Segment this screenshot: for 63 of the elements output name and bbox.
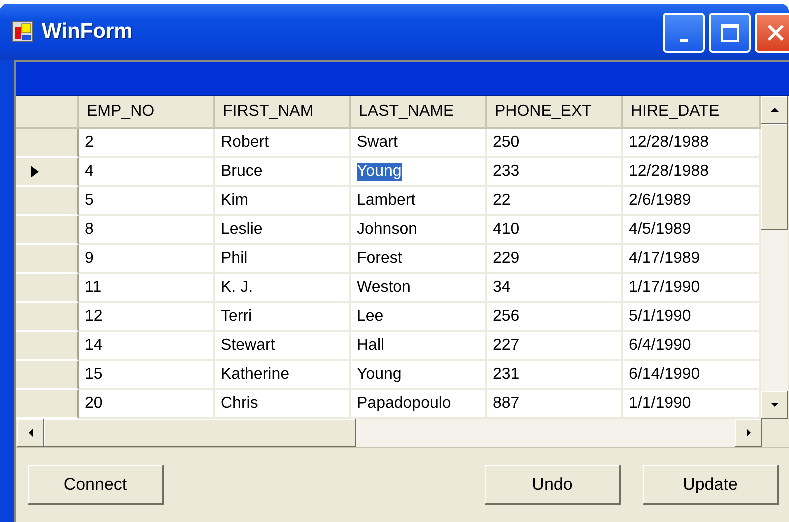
table-cell[interactable]: Stewart — [215, 332, 351, 361]
table-cell[interactable]: 2 — [79, 129, 215, 158]
table-cell[interactable]: Weston — [351, 274, 487, 303]
scroll-right-button[interactable] — [735, 419, 762, 447]
column-header[interactable]: LAST_NAME — [351, 96, 487, 129]
table-cell[interactable]: Young — [351, 361, 487, 390]
scroll-up-icon — [770, 105, 780, 115]
table-cell[interactable]: Leslie — [215, 216, 351, 245]
scroll-thumb[interactable] — [761, 124, 788, 230]
window-title: WinForm — [42, 20, 134, 44]
table-cell[interactable]: 14 — [79, 332, 215, 361]
table-cell[interactable]: Terri — [215, 303, 351, 332]
close-button[interactable] — [755, 13, 789, 53]
table-cell[interactable]: 4 — [79, 158, 215, 187]
column-header[interactable]: FIRST_NAM — [215, 96, 351, 129]
current-row-icon — [30, 164, 40, 178]
table-cell[interactable]: 233 — [487, 158, 623, 187]
maximize-icon — [720, 23, 740, 43]
table-cell[interactable]: Kim — [215, 187, 351, 216]
table-cell[interactable]: 11 — [79, 274, 215, 303]
table-cell[interactable]: 231 — [487, 361, 623, 390]
minimize-icon — [680, 38, 688, 42]
table-cell[interactable]: 12 — [79, 303, 215, 332]
scroll-thumb[interactable] — [44, 419, 356, 447]
table-cell[interactable]: Lambert — [351, 187, 487, 216]
connect-button[interactable]: Connect — [28, 465, 164, 505]
table-cell[interactable]: 229 — [487, 245, 623, 274]
table-cell[interactable]: 410 — [487, 216, 623, 245]
form-icon — [12, 21, 34, 43]
table-cell[interactable]: Johnson — [351, 216, 487, 245]
scroll-down-button[interactable] — [761, 391, 788, 419]
table-cell[interactable]: 22 — [487, 187, 623, 216]
table-cell[interactable]: Katherine — [215, 361, 351, 390]
scroll-up-button[interactable] — [761, 96, 788, 124]
table-cell[interactable]: 227 — [487, 332, 623, 361]
table-cell[interactable]: 34 — [487, 274, 623, 303]
table-cell[interactable]: 250 — [487, 129, 623, 158]
table-cell[interactable]: 5 — [79, 187, 215, 216]
table-cell[interactable]: Lee — [351, 303, 487, 332]
row-header[interactable] — [16, 158, 79, 187]
minimize-button[interactable] — [663, 13, 705, 53]
scroll-down-icon — [770, 400, 780, 410]
table-cell[interactable]: Phil — [215, 245, 351, 274]
close-icon — [766, 23, 786, 43]
undo-button[interactable]: Undo — [485, 465, 621, 505]
table-cell[interactable]: Forest — [351, 245, 487, 274]
scroll-left-button[interactable] — [17, 419, 44, 447]
table-cell[interactable]: Young — [351, 158, 487, 187]
table-cell[interactable]: 15 — [79, 361, 215, 390]
table-cell[interactable]: Bruce — [215, 158, 351, 187]
table-cell[interactable]: Robert — [215, 129, 351, 158]
maximize-button[interactable] — [709, 13, 751, 53]
column-header[interactable]: PHONE_EXT — [487, 96, 623, 129]
table-cell[interactable]: 8 — [79, 216, 215, 245]
table-cell[interactable]: K. J. — [215, 274, 351, 303]
table-cell[interactable]: 9 — [79, 245, 215, 274]
table-cell[interactable]: 256 — [487, 303, 623, 332]
table-cell[interactable]: Hall — [351, 332, 487, 361]
column-header[interactable]: EMP_NO — [79, 96, 215, 129]
table-cell[interactable]: Swart — [351, 129, 487, 158]
update-button[interactable]: Update — [643, 465, 779, 505]
vertical-scrollbar[interactable] — [761, 96, 788, 419]
column-header[interactable]: HIRE_DATE — [623, 96, 761, 129]
